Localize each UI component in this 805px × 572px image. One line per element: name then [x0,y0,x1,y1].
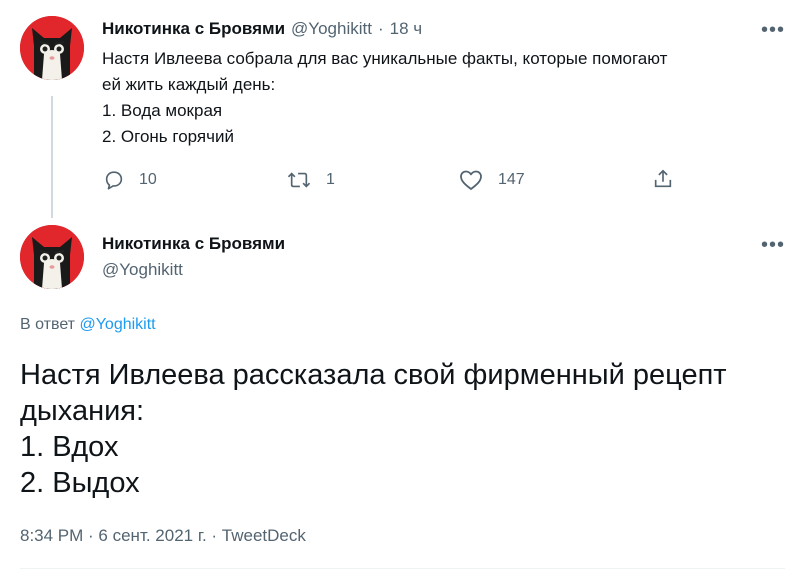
tweet-line: 1. Вдох [20,431,119,463]
more-dots-icon[interactable]: ••• [761,235,785,255]
author-name[interactable]: Никотинка с Бровями [102,234,285,254]
tweet-line: 2. Огонь горячий [102,127,234,146]
avatar-cat [20,225,84,289]
reply-icon [105,171,123,190]
like-button[interactable]: 147 [459,169,525,191]
retweet-button[interactable]: 1 [287,169,335,191]
tweet-line: ей жить каждый день: [102,75,276,94]
author-handle[interactable]: @Yoghikitt [291,19,372,39]
reply-handle-link[interactable]: @Yoghikitt [79,316,155,333]
author-name[interactable]: Никотинка с Бровями [102,19,285,39]
tweet-text: Настя Ивлеева рассказала свой фирменный … [20,357,790,501]
reply-button[interactable]: 10 [103,169,157,191]
avatar-cat [20,16,84,80]
retweet-icon [287,172,311,188]
tweet-text: Настя Ивлеева собрала для вас уникальные… [102,46,782,150]
avatar[interactable] [20,16,84,80]
like-count: 147 [498,171,525,188]
author-handle[interactable]: @Yoghikitt [102,260,183,280]
tweet-header: Никотинка с Бровями @Yoghikitt · 18 ч [102,19,422,39]
reply-context: В ответ @Yoghikitt [20,316,156,334]
tweet-line: Настя Ивлеева рассказала свой фирменный … [20,359,727,391]
share-button[interactable] [652,168,674,190]
like-icon [460,170,482,190]
avatar[interactable] [20,225,84,289]
more-dots-icon[interactable]: ••• [761,20,785,40]
tweet-line: Настя Ивлеева собрала для вас уникальные… [102,49,668,68]
tweet-line: 1. Вода мокрая [102,101,223,120]
share-icon [654,169,672,188]
reply-count: 10 [139,171,157,188]
timestamp[interactable]: 18 ч [390,19,423,39]
divider [20,568,785,569]
thread-line [51,96,53,218]
reply-prefix: В ответ [20,316,76,333]
tweet-line: 2. Выдох [20,467,140,499]
tweet-line: дыхания: [20,395,145,427]
tweet-meta[interactable]: 8:34 PM · 6 сент. 2021 г. · TweetDeck [20,526,306,546]
retweet-count: 1 [326,171,335,188]
separator: · [377,19,384,38]
